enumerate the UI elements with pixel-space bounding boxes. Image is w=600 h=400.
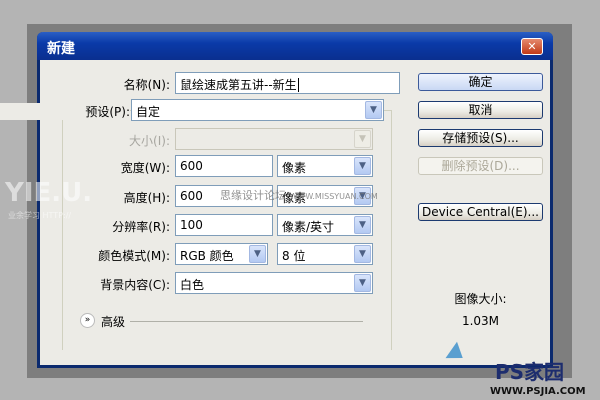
bit-depth-select[interactable]: 8 位 ▼ [277,243,373,265]
color-mode-select[interactable]: RGB 颜色 ▼ [175,243,268,265]
size-label: 大小(I): [129,134,170,148]
image-size-label: 图像大小: [454,292,507,306]
width-unit-value: 像素 [282,161,307,175]
chevron-down-icon: ▼ [354,245,371,263]
advanced-expand-icon[interactable]: » [80,313,95,328]
color-mode-label: 颜色模式(M): [98,249,170,263]
dialog-title: 新建 [47,41,75,57]
logo-url: WWW.PSJIA.COM [490,386,586,397]
background-select[interactable]: 白色 ▼ [175,272,373,294]
cancel-button[interactable]: 取消 [418,101,543,119]
device-central-button[interactable]: Device Central(E)... [418,203,543,221]
image-size-value: 1.03M [461,314,500,328]
preset-value: 自定 [136,105,161,119]
color-mode-value: RGB 颜色 [180,249,234,263]
watermark-center-url: WWW.MISSYUAN.COM [289,192,378,201]
chevron-down-icon: ▼ [354,130,371,148]
advanced-divider [130,321,363,322]
width-unit-select[interactable]: 像素 ▼ [277,155,373,177]
background-label: 背景内容(C): [100,278,170,292]
text-cursor [297,78,299,92]
chevron-down-icon: ▼ [354,216,371,234]
resolution-unit-select[interactable]: 像素/英寸 ▼ [277,214,373,236]
size-select[interactable]: ▼ [175,128,373,150]
logo: PS家园 [495,360,565,384]
preset-select[interactable]: 自定 ▼ [131,99,384,121]
width-input[interactable]: 600 [175,155,273,177]
advanced-label: 高级 [101,315,126,329]
cursor-arrow-icon [445,341,469,367]
background-value: 白色 [180,278,205,292]
bit-depth-value: 8 位 [282,249,306,263]
name-label: 名称(N): [123,78,170,92]
chevron-down-icon: ▼ [354,274,371,292]
ok-button[interactable]: 确定 [418,73,543,91]
watermark-center: 思缘设计论坛 WWW.MISSYUAN.COM [220,187,378,203]
preset-label: 预设(P): [0,103,130,120]
chevron-down-icon: ▼ [365,101,382,119]
name-value: 鼠绘速成第五讲--新生 [180,78,297,92]
close-button[interactable]: ✕ [521,38,543,55]
title-bar[interactable]: 新建 ✕ [37,32,553,60]
resolution-unit-value: 像素/英寸 [282,220,335,234]
watermark-left: YIE.U. [5,178,93,208]
new-document-dialog: 新建 ✕ 名称(N): 鼠绘速成第五讲--新生 预设(P): 自定 ▼ 大小(I)… [0,32,553,368]
delete-preset-button[interactable]: 删除预设(D)... [418,157,543,175]
width-label: 宽度(W): [120,161,170,175]
resolution-input[interactable]: 100 [175,214,273,236]
chevron-down-icon: ▼ [354,157,371,175]
watermark-center-text: 思缘设计论坛 [220,189,286,202]
chevron-down-icon: ▼ [249,245,266,263]
save-preset-button[interactable]: 存储预设(S)... [418,129,543,147]
name-input[interactable]: 鼠绘速成第五讲--新生 [175,72,400,94]
watermark-left-sub: 业余学习 HTTP:// [8,211,72,220]
